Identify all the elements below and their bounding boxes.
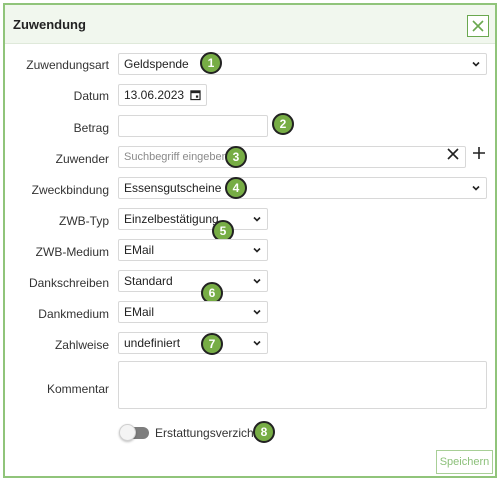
chevron-down-icon (253, 309, 261, 315)
betrag-input[interactable] (118, 115, 268, 137)
erstattungsverzicht-label: Erstattungsverzicht (155, 426, 258, 440)
zweckbindung-select[interactable]: Essensgutscheine (118, 177, 487, 199)
calendar-icon[interactable] (190, 89, 201, 101)
zwb-medium-value: EMail (124, 243, 155, 257)
badge-2: 2 (272, 113, 294, 135)
zweckbindung-label: Zweckbindung (31, 183, 109, 197)
dialog-header: Zuwendung (5, 5, 495, 44)
zweckbindung-value: Essensgutscheine (124, 181, 222, 195)
erstattungsverzicht-toggle[interactable] (119, 424, 149, 441)
zahlweise-select[interactable]: undefiniert (118, 332, 268, 354)
badge-7: 7 (201, 333, 223, 355)
zwb-medium-label: ZWB-Medium (35, 245, 109, 259)
zuwender-label: Zuwender (55, 152, 109, 166)
zuwender-search-input[interactable]: Suchbegriff eingeben (118, 146, 466, 168)
chevron-down-icon (253, 216, 261, 222)
toggle-knob (119, 424, 136, 441)
zuwendungsart-value: Geldspende (124, 57, 189, 71)
close-icon (472, 20, 484, 32)
zahlweise-label: Zahlweise (54, 338, 109, 352)
badge-8: 8 (253, 421, 275, 443)
save-button[interactable]: Speichern (436, 450, 493, 474)
kommentar-label: Kommentar (46, 382, 109, 396)
badge-3: 3 (225, 146, 247, 168)
zuwendung-dialog: Zuwendung Zuwendungsart Geldspende 1 Dat… (3, 3, 497, 478)
plus-icon[interactable] (472, 146, 486, 160)
clear-icon[interactable] (447, 148, 459, 160)
kommentar-textarea[interactable] (118, 361, 487, 409)
chevron-down-icon (472, 185, 480, 191)
datum-input[interactable]: 13.06.2023 (118, 84, 207, 106)
dialog-title: Zuwendung (13, 17, 86, 32)
datum-label: Datum (73, 89, 109, 103)
zwb-typ-label: ZWB-Typ (59, 214, 109, 228)
zahlweise-value: undefiniert (124, 336, 181, 350)
datum-value: 13.06.2023 (124, 88, 185, 102)
zuwender-placeholder: Suchbegriff eingeben (124, 151, 228, 163)
zuwendungsart-select[interactable]: Geldspende (118, 53, 487, 75)
zuwendungsart-label: Zuwendungsart (26, 58, 109, 72)
dankmedium-value: EMail (124, 305, 155, 319)
betrag-label: Betrag (73, 121, 109, 135)
dankmedium-label: Dankmedium (38, 307, 109, 321)
close-button[interactable] (467, 15, 489, 37)
dankschreiben-value: Standard (124, 274, 173, 288)
dankschreiben-select[interactable]: Standard (118, 270, 268, 292)
chevron-down-icon (253, 278, 261, 284)
dankschreiben-label: Dankschreiben (28, 276, 109, 290)
dankmedium-select[interactable]: EMail (118, 301, 268, 323)
chevron-down-icon (253, 247, 261, 253)
badge-4: 4 (225, 177, 247, 199)
zwb-medium-select[interactable]: EMail (118, 239, 268, 261)
badge-1: 1 (200, 52, 222, 74)
chevron-down-icon (253, 340, 261, 346)
zwb-typ-select[interactable]: Einzelbestätigung (118, 208, 268, 230)
chevron-down-icon (472, 61, 480, 67)
